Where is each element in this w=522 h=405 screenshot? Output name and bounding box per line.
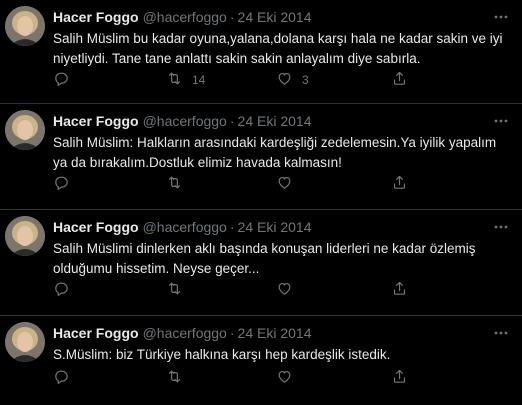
separator: · (229, 113, 235, 129)
reply-button[interactable] (53, 174, 79, 194)
more-icon[interactable] (492, 112, 510, 130)
tweet-header: Hacer Foggo @hacerfoggo · 24 Eki 2014 (53, 324, 311, 342)
share-button[interactable] (391, 280, 408, 300)
retweet-icon (166, 70, 183, 90)
reply-icon (53, 368, 70, 388)
author-name[interactable]: Hacer Foggo (53, 325, 139, 341)
retweet-button[interactable]: 14 (166, 70, 205, 90)
avatar[interactable] (5, 322, 45, 362)
tweet-actions: 14 3 (53, 70, 473, 90)
more-icon[interactable] (492, 218, 510, 236)
share-button[interactable] (391, 174, 408, 194)
tweet[interactable]: Hacer Foggo @hacerfoggo · 24 Eki 2014 Salih… (0, 104, 522, 210)
retweet-icon (166, 280, 183, 300)
retweet-icon (166, 174, 183, 194)
reply-icon (53, 280, 70, 300)
retweet-count: 14 (192, 73, 206, 87)
tweet-date[interactable]: 24 Eki 2014 (238, 9, 312, 25)
tweet-text: S.Müslim: biz Türkiye halkına karşı hep … (53, 347, 391, 362)
like-button[interactable] (276, 174, 302, 194)
avatar[interactable] (5, 6, 45, 46)
tweet-header: Hacer Foggo @hacerfoggo · 24 Eki 2014 (53, 112, 311, 130)
like-button[interactable] (276, 368, 302, 388)
reply-icon (53, 70, 70, 90)
avatar[interactable] (5, 216, 45, 256)
retweet-icon (166, 368, 183, 388)
share-icon (391, 174, 408, 194)
author-handle[interactable]: @hacerfoggo (143, 325, 227, 341)
tweet-text: Salih Müslimi dinlerken aklı başında kon… (53, 241, 476, 276)
heart-icon (276, 70, 293, 90)
tweet-date[interactable]: 24 Eki 2014 (238, 325, 312, 341)
more-icon[interactable] (492, 8, 510, 26)
reply-button[interactable] (53, 70, 79, 90)
reply-button[interactable] (53, 368, 79, 388)
share-icon (391, 368, 408, 388)
retweet-button[interactable] (166, 174, 192, 194)
reply-button[interactable] (53, 280, 79, 300)
author-name[interactable]: Hacer Foggo (53, 9, 139, 25)
share-icon (391, 280, 408, 300)
tweet[interactable]: Hacer Foggo @hacerfoggo · 24 Eki 2014 Salih… (0, 210, 522, 316)
avatar[interactable] (5, 110, 45, 150)
author-handle[interactable]: @hacerfoggo (143, 113, 227, 129)
tweet[interactable]: Hacer Foggo @hacerfoggo · 24 Eki 2014 Salih… (0, 0, 522, 104)
heart-icon (276, 174, 293, 194)
author-handle[interactable]: @hacerfoggo (143, 9, 227, 25)
like-button[interactable] (276, 280, 302, 300)
author-handle[interactable]: @hacerfoggo (143, 219, 227, 235)
tweet-header: Hacer Foggo @hacerfoggo · 24 Eki 2014 (53, 218, 311, 236)
reply-icon (53, 174, 70, 194)
heart-icon (276, 368, 293, 388)
share-button[interactable] (391, 70, 408, 90)
tweet-date[interactable]: 24 Eki 2014 (238, 113, 312, 129)
like-button[interactable]: 3 (276, 70, 309, 90)
retweet-button[interactable] (166, 280, 192, 300)
heart-icon (276, 280, 293, 300)
separator: · (229, 219, 235, 235)
tweet-text: Salih Müslim: Halkların arasındaki karde… (53, 135, 497, 170)
separator: · (229, 325, 235, 341)
tweet-actions (53, 368, 473, 388)
more-icon[interactable] (492, 324, 510, 342)
share-button[interactable] (391, 368, 408, 388)
like-count: 3 (302, 73, 309, 87)
tweet-feed: Hacer Foggo @hacerfoggo · 24 Eki 2014 Salih… (0, 0, 522, 405)
author-name[interactable]: Hacer Foggo (53, 113, 139, 129)
tweet[interactable]: Hacer Foggo @hacerfoggo · 24 Eki 2014 S.Müs… (0, 316, 522, 405)
share-icon (391, 70, 408, 90)
tweet-header: Hacer Foggo @hacerfoggo · 24 Eki 2014 (53, 8, 311, 26)
separator: · (229, 9, 235, 25)
tweet-text: Salih Müslim bu kadar oyuna,yalana,dolan… (53, 31, 503, 66)
author-name[interactable]: Hacer Foggo (53, 219, 139, 235)
retweet-button[interactable] (166, 368, 192, 388)
tweet-date[interactable]: 24 Eki 2014 (238, 219, 312, 235)
tweet-actions (53, 280, 473, 300)
tweet-actions (53, 174, 473, 194)
